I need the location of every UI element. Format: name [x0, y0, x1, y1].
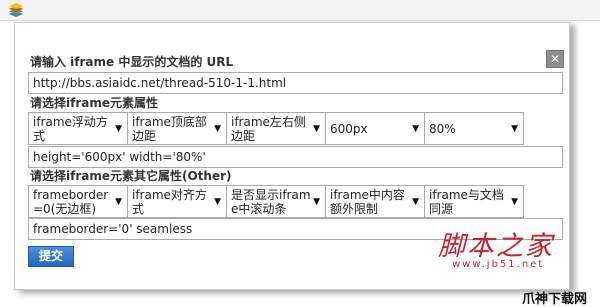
other-label: 请选择iframe元素其它属性(Other) [30, 169, 232, 183]
attr-label: 请选择iframe元素属性 [30, 96, 158, 110]
dropdown-arrow-icon: ▼ [412, 123, 419, 134]
frameborder-select[interactable]: frameborder=0(无边框) ▼ [28, 185, 128, 218]
select-value: iframe与文档同源 [429, 187, 504, 216]
select-value: iframe左右侧边距 [231, 114, 306, 143]
attr-result-input[interactable] [28, 146, 563, 168]
width-select[interactable]: 80% ▼ [424, 112, 524, 145]
layers-icon[interactable] [8, 2, 24, 18]
select-value: 是否显示iframe中滚动条 [231, 187, 311, 216]
vertical-margin-select[interactable]: iframe顶底部边距 ▼ [127, 112, 227, 145]
align-select[interactable]: iframe对齐方式 ▼ [127, 185, 227, 218]
height-select[interactable]: 600px ▼ [325, 112, 425, 145]
dropdown-arrow-icon: ▼ [115, 196, 122, 207]
select-value: iframe浮动方式 [33, 114, 108, 143]
scrolling-select[interactable]: 是否显示iframe中滚动条 ▼ [226, 185, 326, 218]
url-input[interactable] [28, 72, 563, 94]
dropdown-arrow-icon: ▼ [511, 196, 518, 207]
dropdown-arrow-icon: ▼ [115, 123, 122, 134]
top-toolbar [0, 0, 600, 21]
url-label: 请输入 iframe 中显示的文档的 URL [30, 55, 234, 69]
select-value: iframe对齐方式 [132, 187, 207, 216]
dropdown-arrow-icon: ▼ [412, 196, 419, 207]
watermark-url: www.jb51.net [452, 259, 545, 270]
dropdown-arrow-icon: ▼ [214, 196, 221, 207]
select-value: frameborder=0(无边框) [33, 187, 109, 216]
float-select[interactable]: iframe浮动方式 ▼ [28, 112, 128, 145]
watermark-corner: 爪神下载网 [522, 292, 588, 307]
select-value: iframe中内容额外限制 [330, 187, 405, 216]
dropdown-arrow-icon: ▼ [313, 196, 320, 207]
close-icon[interactable]: ✕ [546, 50, 564, 68]
dropdown-arrow-icon: ▼ [214, 123, 221, 134]
select-value: iframe顶底部边距 [132, 114, 207, 143]
watermark-brand: 脚本之家 [438, 231, 554, 262]
dropdown-arrow-icon: ▼ [313, 123, 320, 134]
select-value: 80% [429, 121, 456, 136]
same-origin-select[interactable]: iframe与文档同源 ▼ [424, 185, 524, 218]
sandbox-select[interactable]: iframe中内容额外限制 ▼ [325, 185, 425, 218]
horizontal-margin-select[interactable]: iframe左右侧边距 ▼ [226, 112, 326, 145]
dropdown-arrow-icon: ▼ [511, 123, 518, 134]
select-value: 600px [330, 121, 368, 136]
submit-button[interactable]: 提交 [28, 246, 74, 267]
